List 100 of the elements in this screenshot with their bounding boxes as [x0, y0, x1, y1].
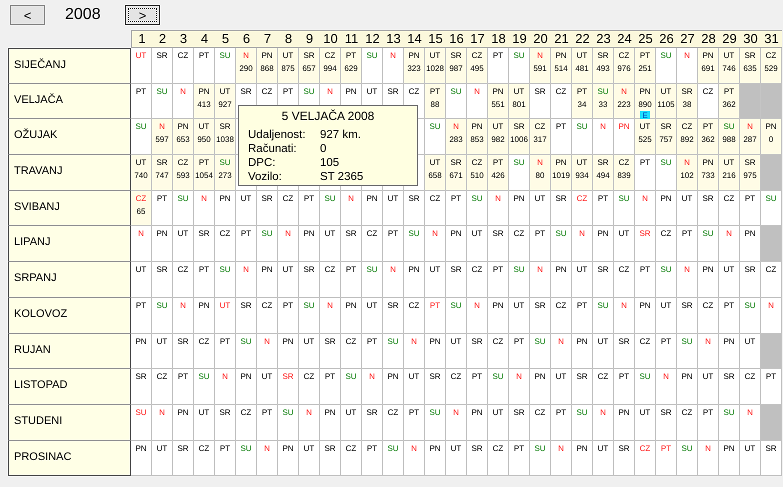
calendar-cell[interactable]: SR	[635, 226, 656, 262]
calendar-cell[interactable]: SU	[509, 48, 530, 84]
calendar-cell[interactable]: CZ	[551, 298, 572, 334]
calendar-cell[interactable]: CZ	[719, 190, 740, 226]
calendar-cell[interactable]: UT	[572, 262, 593, 298]
calendar-cell[interactable]: UT	[173, 226, 194, 262]
calendar-cell[interactable]: SR	[194, 226, 215, 262]
calendar-cell[interactable]: UT	[320, 226, 341, 262]
calendar-cell[interactable]: SU 273	[215, 155, 236, 191]
calendar-cell[interactable]: CZ 976	[614, 48, 635, 84]
calendar-cell[interactable]: CZ	[278, 190, 299, 226]
calendar-cell[interactable]: PT 426	[488, 155, 509, 191]
calendar-cell[interactable]: PN 413	[194, 84, 215, 120]
calendar-cell[interactable]: UT	[593, 334, 614, 370]
calendar-cell[interactable]: PT	[509, 334, 530, 370]
calendar-cell[interactable]: SU	[236, 334, 257, 370]
calendar-cell[interactable]: CZ	[383, 404, 404, 441]
calendar-cell[interactable]: PT 362	[719, 84, 740, 120]
calendar-cell[interactable]: SU	[215, 48, 236, 84]
calendar-cell[interactable]: SR	[614, 440, 635, 476]
calendar-cell[interactable]: PT 251	[635, 48, 656, 84]
calendar-cell[interactable]: UT 934	[572, 155, 593, 191]
calendar-cell[interactable]: SR 757	[656, 119, 677, 156]
calendar-cell[interactable]: SU	[131, 119, 152, 156]
calendar-cell[interactable]: SR	[761, 440, 782, 476]
calendar-cell[interactable]: SR	[131, 369, 152, 405]
calendar-cell[interactable]: PN	[194, 298, 215, 334]
calendar-cell[interactable]: PN	[488, 298, 509, 334]
calendar-cell[interactable]: SU	[740, 298, 761, 334]
calendar-cell[interactable]: UT 927	[215, 84, 236, 120]
calendar-cell[interactable]: UT	[719, 262, 740, 298]
calendar-cell[interactable]: SR	[404, 190, 425, 226]
calendar-cell[interactable]: SR 987	[446, 48, 467, 84]
calendar-cell[interactable]: N	[194, 190, 215, 226]
calendar-cell[interactable]: PN	[131, 440, 152, 476]
calendar-cell[interactable]: PT	[341, 262, 362, 298]
calendar-cell[interactable]: PT	[257, 404, 278, 441]
calendar-cell[interactable]: PT	[299, 190, 320, 226]
calendar-cell[interactable]: SR	[677, 298, 698, 334]
calendar-cell[interactable]: PN	[551, 262, 572, 298]
calendar-cell[interactable]: UT	[509, 298, 530, 334]
calendar-cell[interactable]: N	[593, 119, 614, 156]
calendar-cell[interactable]: UT	[446, 440, 467, 476]
calendar-cell[interactable]: PT	[446, 190, 467, 226]
calendar-cell[interactable]: PT	[488, 262, 509, 298]
calendar-cell[interactable]: SR 1038	[215, 119, 236, 156]
calendar-cell[interactable]: PT	[635, 155, 656, 191]
calendar-cell[interactable]: N	[341, 190, 362, 226]
calendar-cell[interactable]: PT 629	[341, 48, 362, 84]
calendar-cell[interactable]: CZ	[215, 226, 236, 262]
calendar-cell[interactable]: N	[677, 48, 698, 84]
calendar-cell[interactable]: PN 890 E	[635, 84, 656, 120]
calendar-cell[interactable]: N	[404, 440, 425, 476]
calendar-cell[interactable]: PN	[572, 334, 593, 370]
calendar-cell[interactable]: UT	[635, 404, 656, 441]
calendar-cell[interactable]: N	[467, 298, 488, 334]
calendar-cell[interactable]: UT 1028	[425, 48, 446, 84]
calendar-cell[interactable]: N 102	[677, 155, 698, 191]
calendar-cell[interactable]: UT 801	[509, 84, 530, 120]
calendar-cell[interactable]: CZ	[698, 298, 719, 334]
calendar-cell[interactable]: CZ	[236, 404, 257, 441]
calendar-cell[interactable]: PN 733	[698, 155, 719, 191]
calendar-cell[interactable]: PN	[719, 334, 740, 370]
calendar-cell[interactable]: SU	[551, 226, 572, 262]
calendar-cell[interactable]: PN	[467, 404, 488, 441]
calendar-cell[interactable]: SU	[677, 440, 698, 476]
calendar-cell[interactable]: SR	[215, 404, 236, 441]
calendar-cell[interactable]: UT	[677, 190, 698, 226]
calendar-cell[interactable]: PN	[341, 298, 362, 334]
calendar-cell[interactable]: PN	[404, 262, 425, 298]
calendar-cell[interactable]: PN 691	[698, 48, 719, 84]
calendar-cell[interactable]: CZ	[173, 48, 194, 84]
calendar-cell[interactable]: N	[215, 369, 236, 405]
calendar-cell[interactable]: SU	[404, 226, 425, 262]
calendar-cell[interactable]: PN	[446, 226, 467, 262]
calendar-cell[interactable]: PN	[530, 369, 551, 405]
calendar-cell[interactable]: PN	[425, 334, 446, 370]
calendar-cell[interactable]: PT	[551, 404, 572, 441]
calendar-cell[interactable]: SR	[320, 440, 341, 476]
calendar-cell[interactable]: SR	[257, 190, 278, 226]
calendar-cell[interactable]: SU	[341, 369, 362, 405]
calendar-cell[interactable]: PT 362	[698, 119, 719, 156]
calendar-cell[interactable]: N	[488, 190, 509, 226]
calendar-cell[interactable]: PN 868	[257, 48, 278, 84]
calendar-cell[interactable]: UT	[467, 226, 488, 262]
calendar-cell[interactable]: CZ	[677, 404, 698, 441]
calendar-cell[interactable]: PN	[299, 226, 320, 262]
calendar-cell[interactable]: N 591	[530, 48, 551, 84]
calendar-cell[interactable]: N	[614, 298, 635, 334]
calendar-cell[interactable]: PT	[740, 190, 761, 226]
calendar-cell[interactable]: PT 1054	[194, 155, 215, 191]
calendar-cell[interactable]: UT	[530, 190, 551, 226]
calendar-cell[interactable]: SR	[467, 334, 488, 370]
calendar-cell[interactable]: SU	[152, 84, 173, 120]
calendar-cell[interactable]: SU	[509, 155, 530, 191]
calendar-cell[interactable]: CZ	[320, 262, 341, 298]
calendar-cell[interactable]: N 287	[740, 119, 761, 156]
calendar-cell[interactable]: SU	[656, 262, 677, 298]
calendar-cell[interactable]: N	[404, 334, 425, 370]
calendar-cell[interactable]: PT	[635, 262, 656, 298]
